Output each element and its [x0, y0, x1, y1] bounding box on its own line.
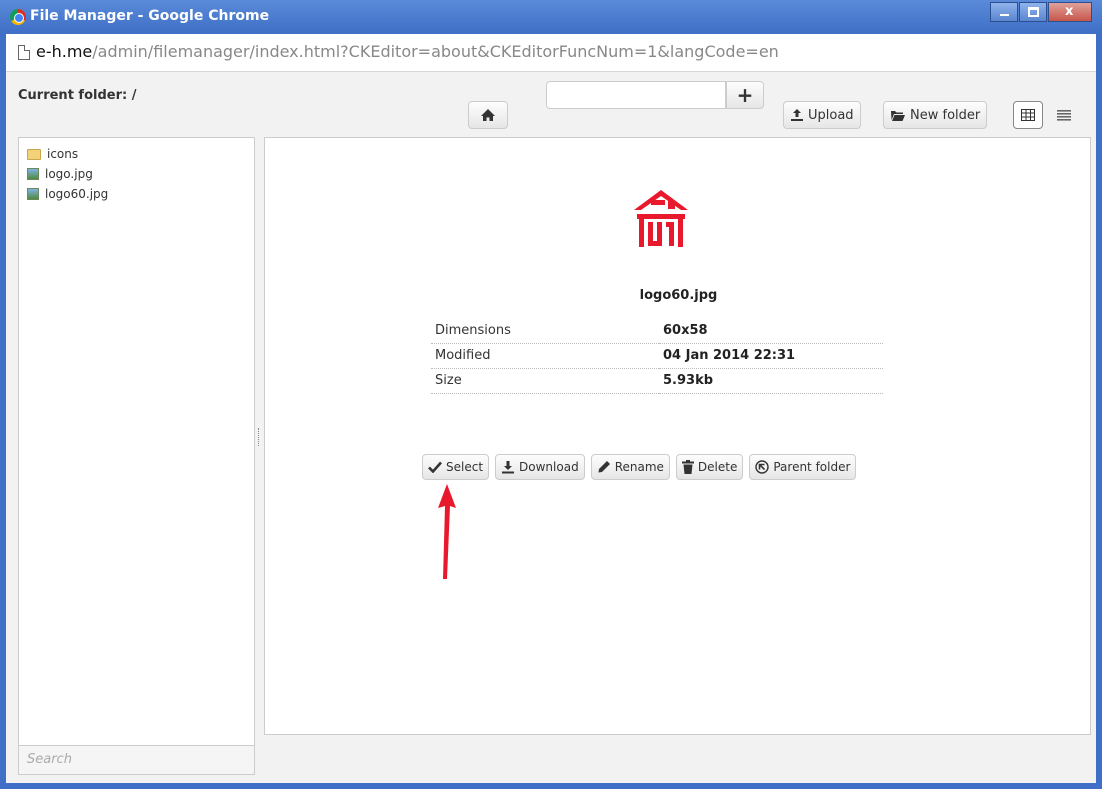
current-folder-label: Current folder: / [18, 88, 137, 103]
trash-icon [681, 460, 694, 474]
browser-window: File Manager - Google Chrome x e-h.me/ad… [0, 0, 1102, 789]
image-icon [27, 188, 39, 200]
window-controls: x [989, 2, 1092, 22]
folder-open-icon [891, 110, 905, 121]
download-button[interactable]: Download [495, 454, 585, 480]
file-details-table: Dimensions 60x58 Modified 04 Jan 2014 22… [431, 318, 883, 394]
detail-row-dimensions: Dimensions 60x58 [431, 318, 883, 344]
home-icon [481, 109, 495, 121]
check-icon [428, 461, 442, 473]
chrome-logo-icon [10, 9, 26, 25]
select-button[interactable]: Select [422, 454, 490, 480]
title-bar: File Manager - Google Chrome x [0, 0, 1102, 34]
pencil-icon [598, 461, 610, 473]
rename-label: Rename [614, 460, 664, 474]
detail-key: Size [431, 368, 659, 394]
detail-row-modified: Modified 04 Jan 2014 22:31 [431, 343, 883, 369]
rename-button[interactable]: Rename [590, 454, 670, 480]
page-icon [18, 45, 30, 60]
minimize-button[interactable] [990, 2, 1018, 22]
minimize-icon [1000, 14, 1009, 16]
tree-item-logo[interactable]: logo.jpg [19, 164, 254, 184]
maximize-button[interactable] [1019, 2, 1047, 22]
new-folder-label: New folder [910, 107, 981, 123]
grid-icon [1021, 109, 1035, 121]
window-title: File Manager - Google Chrome [30, 8, 270, 24]
detail-key: Dimensions [431, 318, 659, 344]
plus-icon: + [736, 83, 754, 107]
create-folder-button[interactable]: + [726, 81, 764, 109]
folder-icon [27, 148, 41, 160]
address-bar[interactable]: e-h.me/admin/filemanager/index.html?CKEd… [6, 34, 1096, 72]
download-label: Download [519, 460, 579, 474]
delete-label: Delete [697, 460, 738, 474]
maximize-icon [1028, 7, 1039, 17]
list-icon [1057, 110, 1071, 121]
red-arrow-annotation [438, 484, 456, 579]
parent-folder-label: Parent folder [773, 460, 851, 474]
select-label: Select [446, 460, 484, 474]
folder-tree: icons logo.jpg logo60.jpg [18, 137, 255, 761]
detail-key: Modified [431, 343, 659, 369]
file-preview-panel: logo60.jpg Dimensions 60x58 Modified 04 … [264, 137, 1091, 735]
new-folder-button[interactable]: New folder [883, 101, 988, 129]
grid-view-button[interactable] [1013, 101, 1043, 129]
new-folder-name-input[interactable] [546, 81, 726, 109]
close-button[interactable]: x [1048, 2, 1092, 22]
close-icon: x [1065, 4, 1074, 19]
detail-row-size: Size 5.93kb [431, 368, 883, 394]
search-input[interactable]: Search [18, 745, 255, 775]
file-name: logo60.jpg [639, 288, 718, 303]
file-thumbnail [634, 190, 688, 247]
detail-value: 5.93kb [659, 368, 883, 394]
upload-icon [791, 109, 803, 121]
image-icon [27, 168, 39, 180]
detail-value: 60x58 [659, 318, 883, 344]
url-path: /admin/filemanager/index.html?CKEditor=a… [92, 42, 779, 61]
url-host: e-h.me [36, 42, 93, 61]
download-icon [502, 461, 515, 474]
delete-button[interactable]: Delete [675, 454, 744, 480]
file-actions: Select Download Rename Delete Parent fol… [422, 454, 857, 480]
tree-item-label: logo.jpg [45, 167, 93, 181]
tree-item-label: icons [47, 147, 79, 161]
url-text[interactable]: e-h.me/admin/filemanager/index.html?CKEd… [36, 42, 779, 61]
home-button[interactable] [468, 101, 508, 129]
parent-folder-icon [755, 460, 770, 474]
parent-folder-button[interactable]: Parent folder [749, 454, 857, 480]
file-manager: Current folder: / + Upload New folder ic… [6, 73, 1096, 783]
tree-item-label: logo60.jpg [45, 187, 109, 201]
detail-value: 04 Jan 2014 22:31 [659, 343, 883, 369]
tree-item-icons[interactable]: icons [19, 144, 254, 164]
upload-label: Upload [808, 107, 854, 123]
panel-splitter-handle[interactable] [258, 428, 260, 446]
upload-button[interactable]: Upload [783, 101, 861, 129]
tree-item-logo60[interactable]: logo60.jpg [19, 184, 254, 204]
list-view-button[interactable] [1047, 101, 1081, 129]
